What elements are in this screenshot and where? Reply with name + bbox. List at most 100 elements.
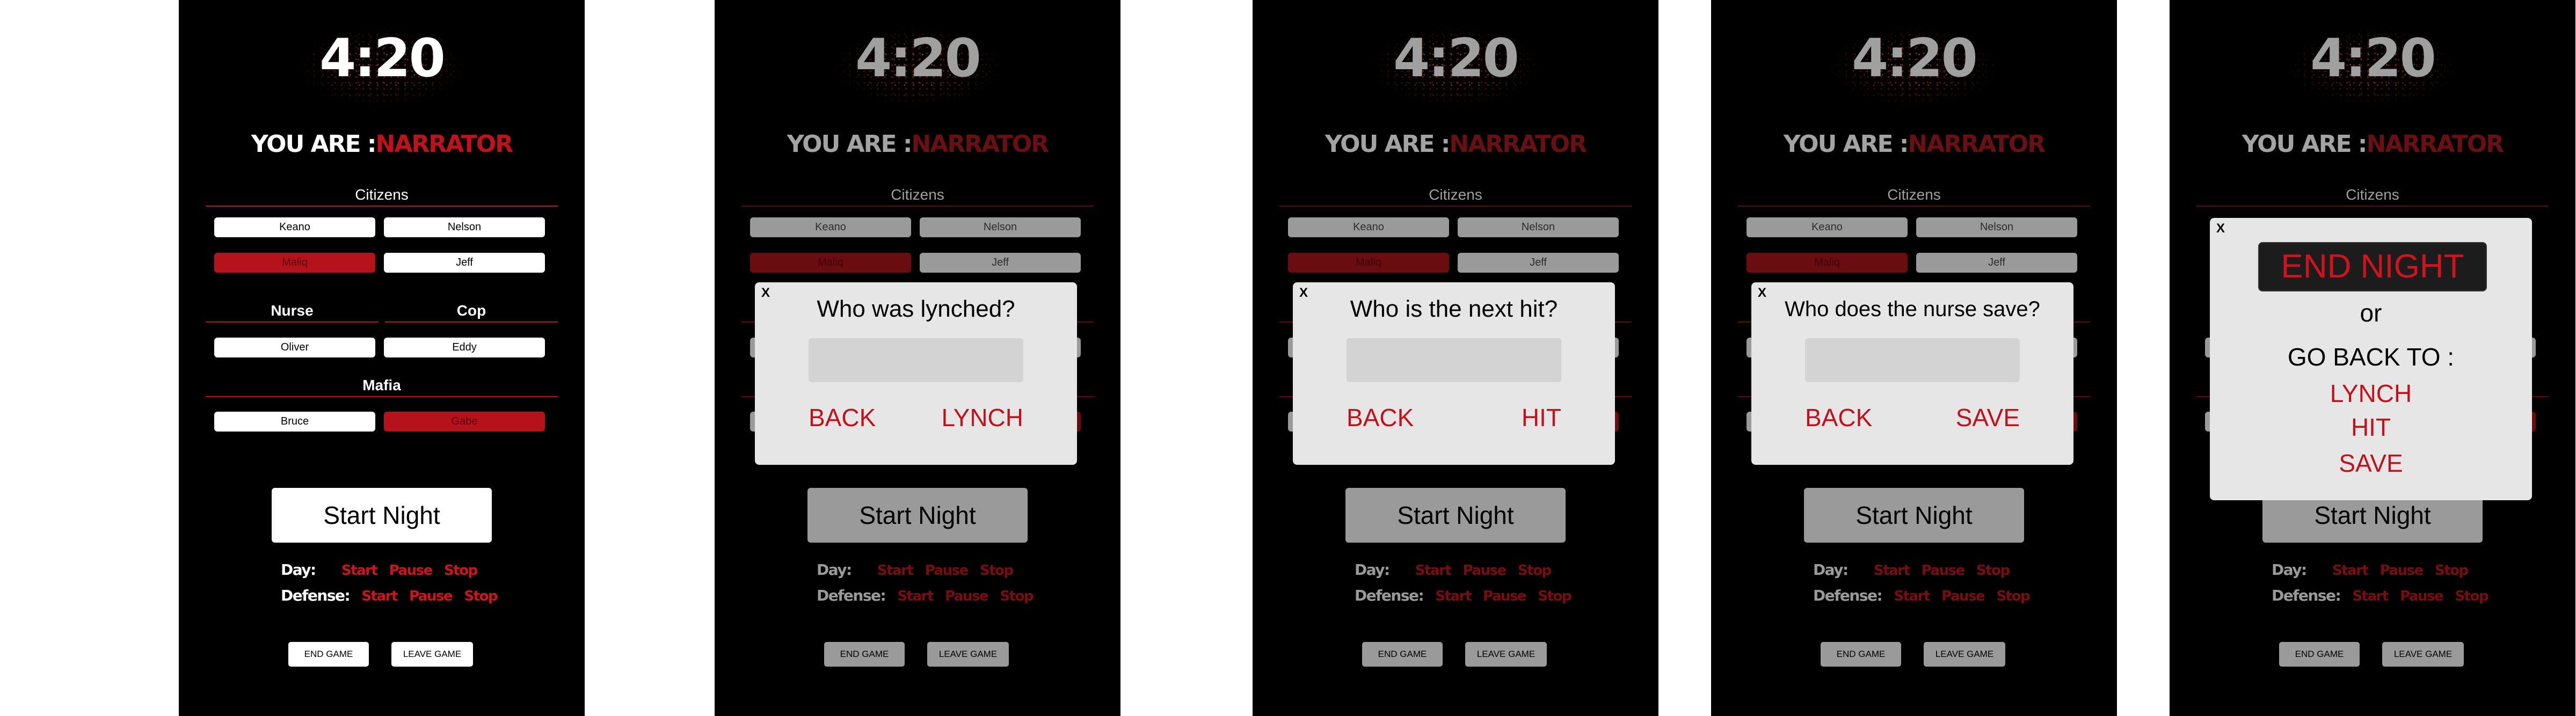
defense-start-link: Start <box>2352 588 2389 604</box>
defense-start-link: Start <box>1894 588 1930 604</box>
role-heading: YOU ARE :NARRATOR <box>1253 133 1658 156</box>
modal-question: Who is the next hit? <box>1350 296 1558 322</box>
player-button: Nelson <box>920 217 1081 237</box>
player-button[interactable]: Oliver <box>214 338 375 357</box>
save-modal: X Who does the nurse save? BACK SAVE <box>1751 282 2073 465</box>
citizens-title: Citizens <box>891 186 944 203</box>
player-button: Jeff <box>1916 253 2077 273</box>
player-button: Keano <box>750 217 911 237</box>
leave-game-button[interactable]: LEAVE GAME <box>391 642 473 667</box>
player-button[interactable]: Bruce <box>214 412 375 432</box>
hit-button[interactable]: HIT <box>1522 403 1561 432</box>
day-start-link[interactable]: Start <box>341 562 378 579</box>
citizens-section: Citizens <box>2196 185 2549 211</box>
defense-label: Defense: <box>817 587 886 604</box>
player-button-eliminated[interactable]: Gabe <box>384 412 545 432</box>
timer-area: 4:20 <box>179 16 585 110</box>
go-back-save-link[interactable]: SAVE <box>2210 449 2532 478</box>
citizens-divider <box>206 206 558 207</box>
citizens-section: Citizens Keano Nelson Maliq Jeff <box>1738 185 2090 273</box>
start-night-button: Start Night <box>807 488 1028 543</box>
day-controls: Day: Start Pause Stop <box>817 561 1014 579</box>
timer-area: 4:20 <box>2170 16 2575 110</box>
role-prefix: YOU ARE : <box>1325 130 1451 158</box>
start-night-button: Start Night <box>1804 488 2024 543</box>
day-pause-link: Pause <box>2379 562 2424 579</box>
back-button[interactable]: BACK <box>809 403 876 432</box>
defense-pause-link: Pause <box>945 588 989 604</box>
defense-label: Defense: <box>1813 587 1883 604</box>
day-stop-link: Stop <box>1517 562 1552 579</box>
end-game-button: END GAME <box>1362 642 1443 667</box>
defense-start-link: Start <box>1435 588 1472 604</box>
role-name: NARRATOR <box>2366 130 2505 158</box>
day-controls: Day: Start Pause Stop <box>2272 561 2469 579</box>
player-name-input[interactable] <box>809 338 1023 382</box>
role-name: NARRATOR <box>1449 130 1588 158</box>
citizens-section: Citizens Keano Nelson Maliq Jeff <box>206 185 558 273</box>
defense-controls: Defense: Start Pause Stop <box>1813 587 2031 604</box>
player-button[interactable]: Keano <box>214 217 375 237</box>
back-button[interactable]: BACK <box>1805 403 1872 432</box>
role-heading: YOU ARE :NARRATOR <box>179 133 585 156</box>
player-button: Keano <box>1288 217 1449 237</box>
player-button[interactable]: Nelson <box>384 217 545 237</box>
player-button[interactable]: Jeff <box>384 253 545 273</box>
defense-controls: Defense: Start Pause Stop <box>2272 587 2489 604</box>
defense-stop-link[interactable]: Stop <box>464 588 498 604</box>
player-button: Nelson <box>1916 217 2077 237</box>
day-label: Day: <box>1355 561 1390 579</box>
day-stop-link[interactable]: Stop <box>444 562 478 579</box>
day-stop-link: Stop <box>979 562 1014 579</box>
nurse-divider <box>206 322 379 323</box>
screen-lynch-modal: 4:20 YOU ARE :NARRATOR Citizens Keano Ne… <box>715 0 1120 716</box>
cop-title: Cop <box>456 302 486 319</box>
player-button: Nelson <box>1458 217 1619 237</box>
role-heading: YOU ARE :NARRATOR <box>715 133 1120 156</box>
timer-area: 4:20 <box>715 16 1120 110</box>
day-start-link: Start <box>877 562 914 579</box>
nurse-cop-section: Nurse Cop Oliver Eddy <box>206 302 558 367</box>
player-button-eliminated: Maliq <box>1288 253 1449 273</box>
night-timer: 4:20 <box>1393 28 1519 89</box>
defense-stop-link: Stop <box>1538 588 1571 604</box>
end-game-button: END GAME <box>2279 642 2360 667</box>
player-name-input[interactable] <box>1805 338 2020 382</box>
end-game-button[interactable]: END GAME <box>288 642 369 667</box>
day-pause-link[interactable]: Pause <box>389 562 433 579</box>
role-prefix: YOU ARE : <box>787 130 913 158</box>
save-button[interactable]: SAVE <box>1956 403 2020 432</box>
defense-start-link[interactable]: Start <box>361 588 398 604</box>
go-back-hit-link[interactable]: HIT <box>2210 413 2532 442</box>
player-button: Jeff <box>1458 253 1619 273</box>
player-button-eliminated: Maliq <box>750 253 911 273</box>
start-night-button[interactable]: Start Night <box>272 488 492 543</box>
defense-label: Defense: <box>2272 587 2341 604</box>
defense-pause-link: Pause <box>1941 588 1985 604</box>
player-button-eliminated[interactable]: Maliq <box>214 253 375 273</box>
defense-pause-link: Pause <box>2400 588 2444 604</box>
role-name: NARRATOR <box>1908 130 2046 158</box>
night-timer: 4:20 <box>2310 28 2436 89</box>
player-name-input[interactable] <box>1347 338 1561 382</box>
hit-modal: X Who is the next hit? BACK HIT <box>1293 282 1615 465</box>
back-button[interactable]: BACK <box>1347 403 1414 432</box>
day-label: Day: <box>2272 561 2307 579</box>
end-night-button[interactable]: END NIGHT <box>2258 242 2487 291</box>
mafia-divider <box>206 396 558 397</box>
defense-pause-link[interactable]: Pause <box>409 588 453 604</box>
day-label: Day: <box>1813 561 1849 579</box>
role-prefix: YOU ARE : <box>251 130 377 158</box>
citizens-title: Citizens <box>2346 186 2399 203</box>
screen-narrator-main: 4:20 YOU ARE :NARRATOR Citizens Keano Ne… <box>179 0 585 716</box>
end-game-button: END GAME <box>824 642 905 667</box>
close-icon[interactable]: X <box>2216 221 2225 236</box>
lynch-button[interactable]: LYNCH <box>941 403 1023 432</box>
citizens-title: Citizens <box>355 186 409 203</box>
go-back-lynch-link[interactable]: LYNCH <box>2210 379 2532 408</box>
player-button[interactable]: Eddy <box>384 338 545 357</box>
citizens-divider <box>2196 206 2549 207</box>
day-pause-link: Pause <box>1921 562 1966 579</box>
defense-start-link: Start <box>897 588 934 604</box>
leave-game-button: LEAVE GAME <box>1465 642 1547 667</box>
